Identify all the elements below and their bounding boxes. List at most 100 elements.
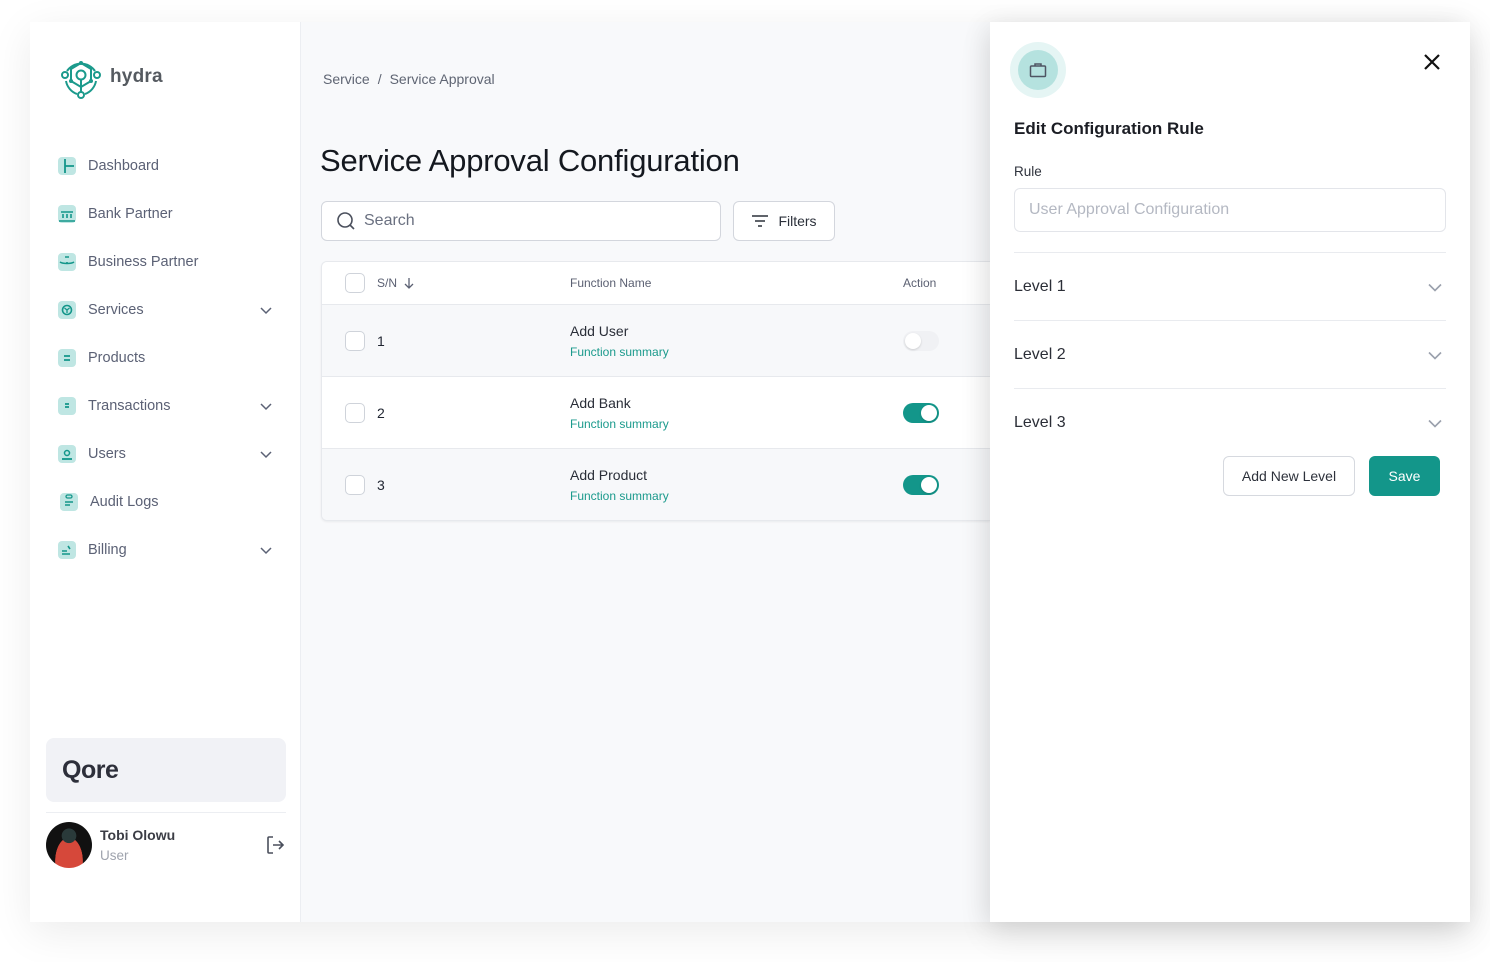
add-new-level-button[interactable]: Add New Level bbox=[1223, 456, 1355, 496]
sidebar-item-label: Billing bbox=[88, 542, 127, 558]
rule-label: Rule bbox=[1014, 164, 1042, 179]
sidebar-nav: Dashboard Bank Partner Business Partner … bbox=[58, 142, 280, 574]
function-summary[interactable]: Function summary bbox=[570, 417, 903, 431]
sidebar-item-label: Dashboard bbox=[88, 158, 159, 174]
breadcrumb: Service / Service Approval bbox=[323, 71, 495, 87]
level-label: Level 3 bbox=[1014, 413, 1066, 431]
clipboard-icon bbox=[60, 493, 78, 511]
breadcrumb-item-service-approval[interactable]: Service Approval bbox=[390, 71, 495, 87]
row-checkbox[interactable] bbox=[345, 402, 365, 423]
sidebar-item-label: Bank Partner bbox=[88, 206, 173, 222]
action-toggle[interactable] bbox=[903, 330, 939, 351]
page-title: Service Approval Configuration bbox=[320, 143, 740, 178]
sidebar-item-label: Transactions bbox=[88, 398, 171, 414]
chevron-down-icon[interactable] bbox=[1426, 414, 1444, 432]
function-name: Add Bank bbox=[570, 394, 631, 411]
row-checkbox[interactable] bbox=[345, 330, 365, 351]
briefcase-icon bbox=[1029, 63, 1047, 78]
level-label: Level 2 bbox=[1014, 345, 1066, 363]
level-label: Level 1 bbox=[1014, 277, 1066, 295]
sidebar-item-products[interactable]: Products bbox=[58, 334, 280, 382]
row-checkbox[interactable] bbox=[345, 475, 365, 495]
drawer-icon-badge-inner bbox=[1018, 50, 1058, 90]
transactions-icon bbox=[58, 397, 76, 415]
organization-switcher[interactable]: Qore bbox=[46, 738, 286, 802]
drawer-title: Edit Configuration Rule bbox=[1014, 119, 1204, 138]
function-summary[interactable]: Function summary bbox=[570, 345, 903, 359]
sidebar-item-transactions[interactable]: Transactions bbox=[58, 382, 280, 430]
action-toggle[interactable] bbox=[903, 402, 939, 423]
level-item[interactable]: Level 1 bbox=[1014, 252, 1446, 320]
search-input[interactable] bbox=[364, 212, 704, 230]
search-icon bbox=[337, 212, 355, 230]
drawer-icon-badge bbox=[1010, 42, 1066, 98]
function-cell: Add Product Function summary bbox=[570, 467, 903, 503]
filter-icon bbox=[752, 215, 769, 227]
table-row: 1 Add User Function summary bbox=[322, 305, 990, 377]
close-icon[interactable] bbox=[1420, 50, 1444, 74]
brand-name: hydra bbox=[110, 66, 163, 87]
bank-icon bbox=[58, 205, 76, 223]
sidebar-item-services[interactable]: Services bbox=[58, 286, 280, 334]
toggle-knob bbox=[921, 477, 937, 493]
search-box[interactable] bbox=[321, 201, 721, 241]
select-all-checkbox[interactable] bbox=[345, 273, 365, 293]
filters-label: Filters bbox=[778, 213, 817, 229]
sidebar-item-label: Products bbox=[88, 350, 146, 366]
billing-icon bbox=[58, 541, 76, 559]
app-window: hydra Dashboard Bank Partner Business Pa… bbox=[30, 22, 1470, 922]
chevron-down-icon[interactable] bbox=[258, 446, 274, 462]
sidebar-item-label: Users bbox=[88, 446, 126, 462]
sidebar-item-label: Audit Logs bbox=[90, 494, 159, 510]
user-profile: Tobi Olowu User bbox=[46, 822, 286, 868]
action-toggle[interactable] bbox=[903, 475, 939, 495]
chevron-down-icon[interactable] bbox=[258, 302, 274, 318]
toggle-knob bbox=[921, 404, 937, 421]
chevron-down-icon[interactable] bbox=[1426, 346, 1444, 364]
sidebar-item-business-partner[interactable]: Business Partner bbox=[58, 238, 280, 286]
function-name: Add User bbox=[570, 322, 629, 339]
hydra-logo-icon bbox=[61, 61, 101, 99]
user-name: Tobi Olowu bbox=[100, 827, 176, 843]
sidebar-item-audit-logs[interactable]: Audit Logs bbox=[58, 478, 280, 526]
user-icon bbox=[58, 445, 76, 463]
sidebar-item-label: Business Partner bbox=[88, 254, 199, 270]
services-icon bbox=[58, 301, 76, 319]
breadcrumb-item-service[interactable]: Service bbox=[323, 71, 370, 87]
sidebar-item-dashboard[interactable]: Dashboard bbox=[58, 142, 280, 190]
row-sn: 1 bbox=[377, 332, 385, 349]
sidebar: hydra Dashboard Bank Partner Business Pa… bbox=[30, 22, 301, 922]
dashboard-icon bbox=[58, 157, 76, 175]
sidebar-item-billing[interactable]: Billing bbox=[58, 526, 280, 574]
function-summary[interactable]: Function summary bbox=[570, 489, 903, 503]
chevron-down-icon[interactable] bbox=[258, 542, 274, 558]
toggle-knob bbox=[905, 332, 921, 349]
edit-rule-drawer: Edit Configuration Rule Rule Level 1 Lev… bbox=[990, 22, 1470, 922]
functions-table: S/N Function Name Action 1 Add User Func… bbox=[321, 261, 990, 521]
column-header-sn[interactable]: S/N bbox=[365, 276, 570, 290]
level-item[interactable]: Level 2 bbox=[1014, 320, 1446, 388]
user-meta: Tobi Olowu User bbox=[100, 827, 264, 863]
column-header-label: S/N bbox=[377, 276, 398, 290]
save-button[interactable]: Save bbox=[1369, 456, 1440, 496]
rule-input[interactable] bbox=[1014, 188, 1446, 232]
chevron-down-icon[interactable] bbox=[258, 398, 274, 414]
main-content: Service / Service Approval Service Appro… bbox=[302, 22, 990, 922]
arrow-down-icon bbox=[404, 278, 414, 289]
column-header-action: Action bbox=[903, 276, 937, 290]
logout-icon[interactable] bbox=[264, 834, 286, 856]
brand-logo[interactable]: hydra bbox=[58, 54, 163, 100]
avatar[interactable] bbox=[46, 822, 92, 868]
sidebar-divider bbox=[46, 812, 286, 813]
filters-button[interactable]: Filters bbox=[733, 201, 835, 241]
sidebar-item-bank-partner[interactable]: Bank Partner bbox=[58, 190, 280, 238]
table-header: S/N Function Name Action bbox=[322, 262, 990, 305]
products-icon bbox=[58, 349, 76, 367]
function-name: Add Product bbox=[570, 467, 648, 483]
sidebar-item-users[interactable]: Users bbox=[58, 430, 280, 478]
user-role: User bbox=[100, 848, 129, 863]
level-item[interactable]: Level 3 bbox=[1014, 388, 1446, 456]
function-cell: Add User Function summary bbox=[570, 323, 903, 359]
chevron-down-icon[interactable] bbox=[1426, 278, 1444, 296]
breadcrumb-separator: / bbox=[377, 71, 382, 87]
